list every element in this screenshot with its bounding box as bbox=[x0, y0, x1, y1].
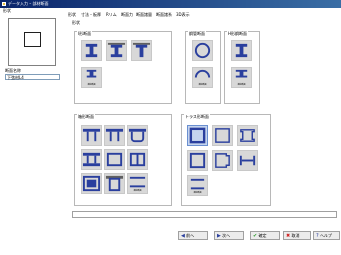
cancel-button[interactable]: ✖ 取消 bbox=[283, 231, 311, 240]
i-beam-plate-icon bbox=[107, 42, 126, 58]
i-section-group: I形断面 溶接断面 bbox=[74, 31, 172, 104]
shape-circular-pipe[interactable] bbox=[192, 40, 213, 61]
square-tube-2-icon bbox=[215, 128, 230, 143]
shape-i-beam[interactable] bbox=[81, 40, 102, 61]
square-tube-lip-icon bbox=[215, 153, 230, 168]
box-section-group-title: 箱形断面 bbox=[77, 114, 95, 120]
shape-box-3[interactable] bbox=[127, 125, 148, 146]
shape-box-6[interactable] bbox=[127, 149, 148, 170]
rect-tube-icon bbox=[240, 129, 255, 142]
box-ribbed-icon bbox=[129, 152, 146, 167]
preview-shape-icon bbox=[24, 32, 41, 47]
circle-section-group: 鋼管断面 溶接断面 bbox=[185, 31, 221, 104]
shape-box-5[interactable] bbox=[104, 149, 125, 170]
box-composite-caption: 溶接断面 bbox=[133, 190, 142, 192]
shape-truss-box-3[interactable] bbox=[237, 125, 258, 146]
shape-truss-box-2[interactable] bbox=[212, 125, 233, 146]
box-closed-icon bbox=[106, 152, 123, 167]
shape-truss-box-4[interactable] bbox=[187, 150, 208, 171]
shape-box-2[interactable] bbox=[104, 125, 125, 146]
shape-truss-composite[interactable]: 溶接断面 bbox=[187, 175, 208, 196]
h-horizontal-icon bbox=[239, 155, 256, 166]
truss-composite-caption: 溶接断面 bbox=[193, 192, 202, 194]
shape-circle-composite[interactable]: 溶接断面 bbox=[192, 67, 213, 88]
t-beam-plate-icon bbox=[132, 42, 151, 58]
help-button[interactable]: ? ヘルプ bbox=[313, 231, 340, 240]
message-bar bbox=[72, 211, 337, 218]
i-beam-icon bbox=[85, 43, 98, 58]
truss-section-group: トラス形断面 溶接断面 bbox=[181, 114, 271, 206]
shape-box-8[interactable] bbox=[104, 173, 125, 194]
tab-shape[interactable]: 形状 bbox=[68, 12, 79, 19]
h-section-group: H形鋼断面 溶接断面 bbox=[224, 31, 260, 104]
shape-truss-box-selected[interactable] bbox=[187, 125, 208, 146]
composite-caption: 溶接断面 bbox=[87, 84, 96, 86]
shape-h-beam[interactable] bbox=[231, 40, 252, 61]
shape-section-label: 形状 bbox=[72, 20, 80, 25]
app-icon bbox=[2, 2, 6, 6]
prev-arrow-icon: ◀ bbox=[181, 233, 185, 239]
tab-section-force[interactable]: 断面力 bbox=[121, 12, 135, 19]
shape-box-7[interactable] bbox=[81, 173, 102, 194]
shape-truss-box-5[interactable] bbox=[212, 150, 233, 171]
left-panel: 形状 断面名称 下弦材L4 bbox=[3, 8, 65, 245]
shape-i-beam-with-plate[interactable] bbox=[106, 40, 127, 61]
h-composite-caption: 溶接断面 bbox=[237, 84, 246, 86]
help-button-label: ヘルプ bbox=[319, 233, 332, 238]
circle-section-group-title: 鋼管断面 bbox=[188, 31, 206, 37]
shape-truss-h[interactable] bbox=[237, 150, 258, 171]
square-tube-thick-icon bbox=[189, 152, 206, 169]
shape-t-beam-with-plate[interactable] bbox=[131, 40, 152, 61]
prev-button[interactable]: ◀ 前へ bbox=[178, 231, 208, 240]
cancel-button-label: 取消 bbox=[291, 233, 300, 238]
window-title: データ入力 ｰ 部材断面 bbox=[8, 1, 49, 6]
truss-section-group-title: トラス形断面 bbox=[184, 114, 210, 120]
box-flange-3-icon bbox=[128, 128, 147, 143]
check-icon: ✔ bbox=[253, 233, 258, 239]
shape-box-4[interactable] bbox=[81, 149, 102, 170]
tab-section-system[interactable]: 断面諸系 bbox=[156, 12, 174, 19]
box-double-flange-icon bbox=[82, 152, 101, 167]
prev-button-label: 前へ bbox=[186, 233, 195, 238]
ok-button-label: 確定 bbox=[258, 233, 267, 238]
next-arrow-icon: ▶ bbox=[217, 233, 221, 239]
circle-icon bbox=[194, 42, 211, 59]
tab-dimensions[interactable]: 寸法・板厚 bbox=[81, 12, 105, 19]
box-outer-plate-icon bbox=[82, 175, 101, 192]
shape-box-1[interactable] bbox=[81, 125, 102, 146]
shape-box-composite[interactable]: 溶接断面 bbox=[127, 173, 148, 194]
shape-h-composite[interactable]: 溶接断面 bbox=[231, 67, 252, 88]
tab-rib[interactable]: Rリム bbox=[106, 12, 120, 19]
tab-3d-view[interactable]: 3D表示 bbox=[176, 12, 193, 19]
help-icon: ? bbox=[316, 233, 319, 239]
title-bar: データ入力 ｰ 部材断面 bbox=[0, 0, 341, 8]
h-section-group-title: H形鋼断面 bbox=[227, 31, 249, 37]
ok-button[interactable]: ✔ 確定 bbox=[250, 231, 280, 240]
box-flange-2-icon bbox=[105, 128, 124, 142]
tab-bar: 形状 寸法・板厚 Rリム 断面力 断面諸量 断面諸系 3D表示 bbox=[68, 12, 338, 20]
circle-composite-caption: 溶接断面 bbox=[198, 84, 207, 86]
cancel-x-icon: ✖ bbox=[286, 233, 291, 239]
square-tube-icon bbox=[189, 127, 206, 144]
tab-section-properties[interactable]: 断面諸量 bbox=[136, 12, 154, 19]
shape-label: 形状 bbox=[3, 8, 11, 13]
next-button[interactable]: ▶ 次へ bbox=[214, 231, 244, 240]
shape-preview bbox=[8, 18, 56, 66]
i-section-group-title: I形断面 bbox=[77, 31, 93, 37]
box-flange-icon bbox=[82, 128, 101, 142]
box-section-group: 箱形断面 溶接断面 bbox=[74, 114, 172, 206]
section-name-input[interactable]: 下弦材L4 bbox=[5, 74, 60, 80]
box-top-plate-icon bbox=[105, 175, 124, 192]
shape-i-composite[interactable]: 溶接断面 bbox=[81, 67, 102, 88]
h-beam-icon bbox=[235, 43, 248, 58]
next-button-label: 次へ bbox=[222, 233, 231, 238]
